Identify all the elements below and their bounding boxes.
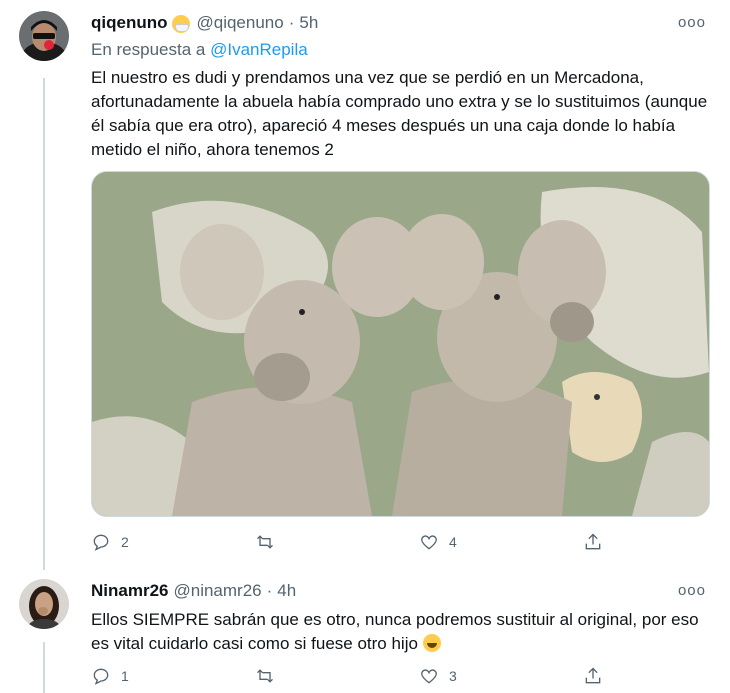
- reply-button[interactable]: 1: [91, 666, 129, 686]
- timestamp[interactable]: 4h: [277, 581, 296, 601]
- tweet-text-body: Ellos SIEMPRE sabrán que es otro, nunca …: [91, 610, 699, 653]
- tweet-photo[interactable]: [91, 171, 710, 517]
- handle[interactable]: @qiqenuno: [196, 13, 283, 33]
- retweet-button[interactable]: [255, 666, 285, 686]
- reply-count: 1: [121, 668, 129, 684]
- laughing-tears-emoji-icon: [422, 634, 441, 652]
- retweet-icon: [257, 669, 273, 683]
- tweet[interactable]: qiqenuno @qiqenuno · 5h ooo En respuesta…: [0, 0, 730, 570]
- retweet-icon: [257, 535, 273, 549]
- like-count: 3: [449, 668, 457, 684]
- separator: ·: [266, 581, 273, 600]
- tweet-actions: 2 4: [91, 532, 611, 554]
- display-name[interactable]: qiqenuno: [91, 13, 167, 33]
- share-icon: [585, 667, 601, 684]
- reply-to-link[interactable]: @IvanRepila: [210, 40, 308, 59]
- reply-context: En respuesta a @IvanRepila: [91, 40, 308, 60]
- avatar[interactable]: [19, 11, 69, 61]
- more-icon[interactable]: ooo: [678, 582, 706, 599]
- share-button[interactable]: [583, 532, 603, 552]
- like-count: 4: [449, 534, 457, 550]
- tweet-actions: 1 3: [91, 666, 611, 688]
- handle[interactable]: @ninamr26: [173, 581, 261, 601]
- timestamp[interactable]: 5h: [299, 13, 318, 33]
- separator: ·: [288, 13, 295, 32]
- reply-button[interactable]: 2: [91, 532, 129, 552]
- more-icon[interactable]: ooo: [678, 14, 706, 31]
- like-icon: [421, 669, 437, 684]
- reply-icon: [93, 534, 109, 551]
- tweet[interactable]: Ninamr26 @ninamr26 · 4h ooo Ellos SIEMPR…: [0, 570, 730, 693]
- retweet-button[interactable]: [255, 532, 285, 552]
- like-button[interactable]: 4: [419, 532, 457, 552]
- reply-count: 2: [121, 534, 129, 550]
- like-button[interactable]: 3: [419, 666, 457, 686]
- like-icon: [421, 535, 437, 550]
- mask-face-emoji-icon: [172, 15, 191, 33]
- tweet-text: Ellos SIEMPRE sabrán que es otro, nunca …: [91, 608, 713, 656]
- reply-prefix: En respuesta a: [91, 40, 206, 59]
- tweet-text: El nuestro es dudi y prendamos una vez q…: [91, 68, 708, 159]
- share-icon: [585, 533, 601, 550]
- share-button[interactable]: [583, 666, 603, 686]
- avatar[interactable]: [19, 579, 69, 629]
- display-name[interactable]: Ninamr26: [91, 581, 168, 601]
- reply-icon: [93, 668, 109, 685]
